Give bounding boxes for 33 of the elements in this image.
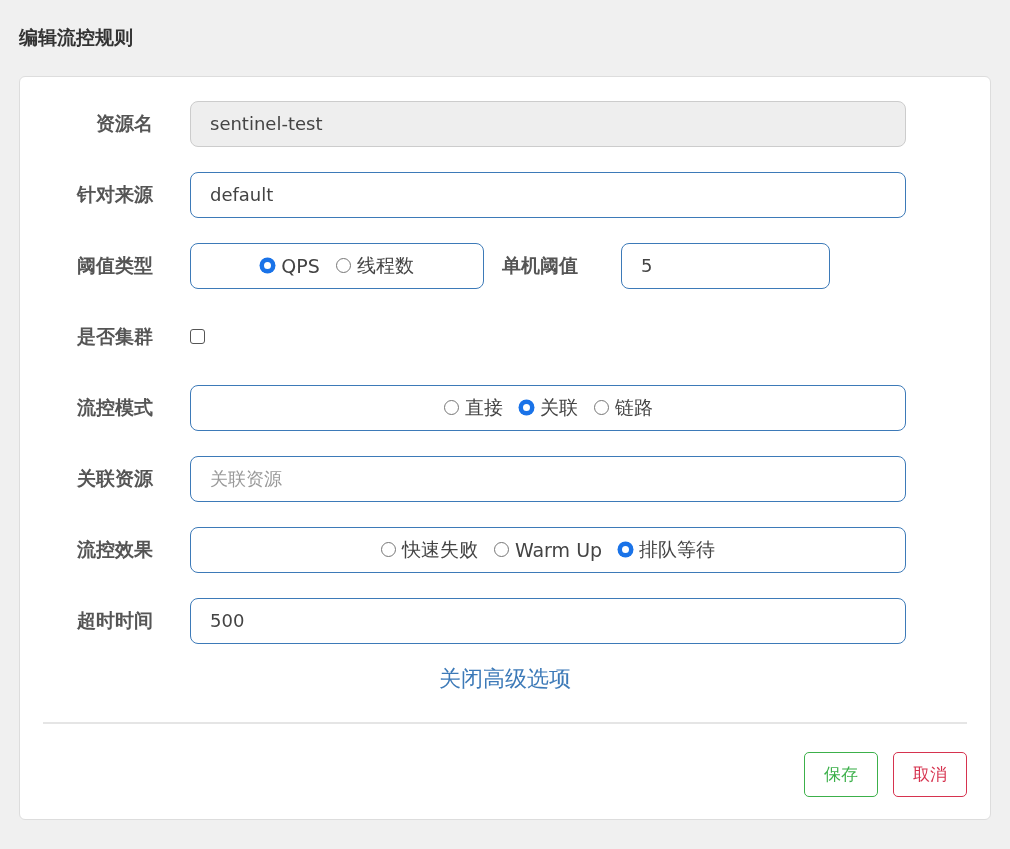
field-label: 资源名 xyxy=(95,110,153,136)
field-label: 超时时间 xyxy=(76,607,153,633)
radio-icon[interactable] xyxy=(493,542,509,557)
radio-icon[interactable] xyxy=(380,542,396,557)
input-field[interactable]: 500 xyxy=(190,597,906,644)
input-field[interactable]: default xyxy=(190,171,906,218)
field-label: 关联资源 xyxy=(76,465,153,491)
radio-option[interactable]: QPS xyxy=(260,254,320,277)
radio-icon[interactable] xyxy=(618,542,634,557)
radio-option[interactable]: 线程数 xyxy=(335,252,414,279)
radio-icon[interactable] xyxy=(518,400,534,415)
field-label: 阈值类型 xyxy=(76,252,153,278)
radio-option[interactable]: 关联 xyxy=(518,394,578,421)
radio-option[interactable]: 排队等待 xyxy=(618,536,716,563)
radio-icon[interactable] xyxy=(260,258,276,273)
checkbox[interactable] xyxy=(190,329,205,344)
advanced-options-link[interactable]: 关闭高级选项 xyxy=(439,666,571,691)
radio-option[interactable]: Warm Up xyxy=(493,538,603,561)
radio-option[interactable]: 直接 xyxy=(443,394,503,421)
radio-icon[interactable] xyxy=(335,258,351,273)
radio-option[interactable]: 快速失败 xyxy=(380,536,478,563)
field-label: 针对来源 xyxy=(75,181,153,207)
input-field[interactable]: 5 xyxy=(621,242,830,289)
input-field[interactable]: 关联资源 xyxy=(190,455,906,502)
field-label: 单机阈值 xyxy=(501,252,578,278)
field-label: 是否集群 xyxy=(76,323,153,349)
field-label: 流控效果 xyxy=(76,536,153,562)
dialog-title: 编辑流控规则 xyxy=(19,25,134,50)
radio-icon[interactable] xyxy=(593,400,609,415)
cancel-button[interactable]: 取消 xyxy=(893,752,967,797)
field-label: 流控模式 xyxy=(76,394,153,420)
radio-icon[interactable] xyxy=(443,400,459,415)
radio-option[interactable]: 链路 xyxy=(593,394,653,421)
